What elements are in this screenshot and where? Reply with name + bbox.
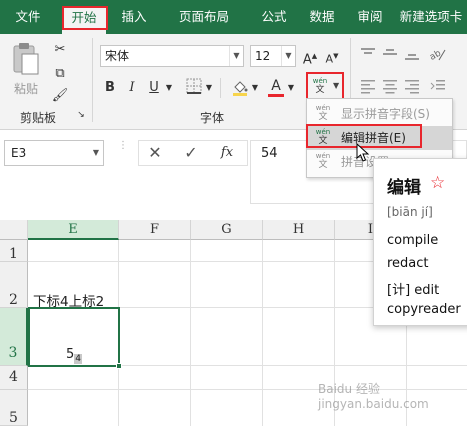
cancel-icon[interactable]: ✕	[145, 143, 165, 163]
ribbon-tab-bar: 文件 开始 插入 页面布局 公式 数据 审阅 新建选项卡	[0, 0, 467, 34]
orientation-icon[interactable]: ab	[428, 46, 448, 66]
tab-formulas[interactable]: 公式	[252, 0, 296, 34]
paste-icon	[13, 43, 39, 75]
cut-icon[interactable]: ✂	[50, 40, 70, 60]
enter-icon[interactable]: ✓	[181, 143, 201, 163]
gridline	[190, 240, 191, 426]
border-icon[interactable]	[184, 78, 204, 98]
tab-new-tab[interactable]: 新建选项卡	[396, 0, 466, 34]
phonetic-icon: wén 文	[315, 104, 331, 122]
formula-value: 54	[261, 146, 278, 161]
dictionary-definition: copyreader	[387, 302, 461, 317]
font-size-value: 12	[255, 49, 271, 63]
dictionary-definition: compile	[387, 233, 439, 248]
phonetic-icon: wén 文	[315, 152, 331, 170]
column-header-e[interactable]: E	[28, 220, 119, 240]
chevron-down-icon[interactable]: ▼	[250, 78, 260, 98]
phonetic-icon: wén 文	[312, 77, 328, 95]
paste-label: 粘贴	[14, 82, 39, 96]
chevron-down-icon: ▼	[333, 81, 340, 90]
tab-page-layout[interactable]: 页面布局	[164, 0, 244, 34]
watermark: Baidu 经验 jingyan.baidu.com	[318, 382, 429, 411]
align-center-icon[interactable]	[380, 78, 400, 98]
tab-review[interactable]: 审阅	[348, 0, 392, 34]
row-header-2[interactable]: 2	[0, 262, 28, 308]
align-bottom-icon[interactable]	[402, 46, 422, 66]
tab-insert[interactable]: 插入	[114, 0, 154, 34]
underline-button[interactable]: U	[144, 78, 164, 98]
chevron-down-icon: ▼	[281, 46, 295, 66]
menu-item-show-phonetic[interactable]: wén 文 显示拼音字段(S)	[307, 102, 452, 126]
phonetic-guide-button[interactable]: wén 文 ▼	[308, 74, 342, 100]
dialog-launcher-icon[interactable]: ↘	[74, 108, 88, 122]
font-name-value: 宋体	[105, 49, 130, 63]
clipboard-group-label: 剪贴板	[20, 111, 57, 125]
row-header-4[interactable]: 4	[0, 366, 28, 390]
chevron-down-icon: ▼	[229, 46, 243, 66]
name-box[interactable]: E3 ▼	[4, 140, 104, 166]
phonetic-edit-icon: wén 文	[315, 128, 331, 146]
column-header-f[interactable]: F	[119, 220, 191, 240]
align-right-icon[interactable]	[402, 78, 422, 98]
dictionary-word: 编辑	[387, 178, 421, 198]
align-left-icon[interactable]	[358, 78, 378, 98]
cell-e3-value: 54	[66, 347, 83, 364]
select-all-corner[interactable]	[0, 220, 28, 240]
paste-button[interactable]: 粘贴	[10, 42, 44, 98]
svg-text:ab: ab	[429, 48, 443, 62]
font-size-select[interactable]: 12 ▼	[250, 45, 296, 67]
align-top-icon[interactable]	[358, 46, 378, 66]
group-separator	[92, 38, 93, 122]
dictionary-definition: [计] edit	[387, 283, 440, 298]
row-header-3[interactable]: 3	[0, 308, 28, 366]
column-header-g[interactable]: G	[191, 220, 263, 240]
font-color-button[interactable]: A	[266, 76, 286, 97]
name-box-value: E3	[11, 146, 27, 160]
format-painter-icon[interactable]: 🖌	[50, 86, 70, 106]
menu-item-edit-phonetic[interactable]: wén 文 编辑拼音(E)	[307, 126, 452, 150]
row-header-1[interactable]: 1	[0, 240, 28, 262]
chevron-down-icon[interactable]: ▼	[286, 78, 296, 98]
increase-font-icon: A	[302, 52, 312, 68]
align-middle-icon[interactable]	[380, 46, 400, 66]
chevron-down-icon[interactable]: ▼	[204, 78, 214, 98]
decrease-font-size-button[interactable]: A▼	[322, 46, 342, 66]
gridline	[262, 240, 263, 426]
mouse-pointer-icon	[356, 143, 370, 162]
dictionary-pinyin: [biān jí]	[387, 205, 433, 219]
font-color-icon: A	[271, 78, 281, 94]
font-group-label: 字体	[200, 111, 225, 125]
decrease-font-icon: A	[325, 52, 334, 66]
cell-e3-subscript: 4	[74, 354, 83, 364]
column-header-h[interactable]: H	[263, 220, 335, 240]
chevron-down-icon: ▼	[92, 148, 99, 157]
dictionary-popup: 编辑 ☆ [biān jí] compile redact [计] edit c…	[373, 158, 467, 326]
formula-bar-grip: ⋮	[118, 140, 128, 151]
fill-color-icon[interactable]	[230, 78, 250, 98]
cell-e3-selected[interactable]: 54	[28, 307, 122, 369]
fill-handle[interactable]	[116, 363, 122, 369]
increase-font-size-button[interactable]: A▲	[300, 46, 320, 68]
bold-button[interactable]: B	[100, 78, 120, 98]
italic-button[interactable]: I	[122, 78, 142, 98]
tab-home[interactable]: 开始	[62, 6, 106, 34]
indent-icon[interactable]	[428, 78, 448, 98]
insert-function-button[interactable]: fx	[217, 143, 237, 163]
font-name-select[interactable]: 宋体 ▼	[100, 45, 244, 67]
dictionary-definition: redact	[387, 256, 429, 271]
row-header-5[interactable]: 5	[0, 390, 28, 426]
copy-icon[interactable]: ⧉	[50, 64, 70, 84]
divider	[220, 78, 221, 98]
chevron-down-icon[interactable]: ▼	[164, 78, 174, 98]
favorite-star-icon[interactable]: ☆	[430, 173, 445, 193]
tab-data[interactable]: 数据	[300, 0, 344, 34]
font-color-bar	[268, 94, 284, 97]
tab-file[interactable]: 文件	[4, 0, 52, 34]
